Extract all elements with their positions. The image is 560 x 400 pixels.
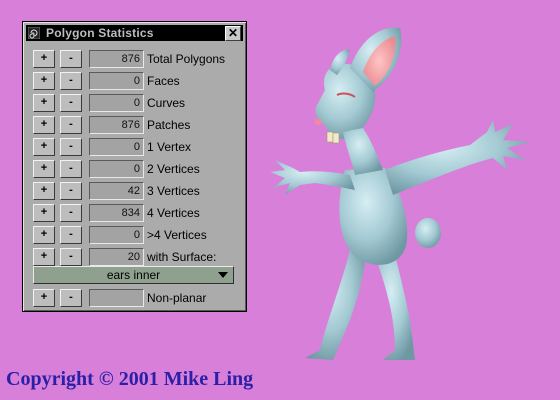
statistic-value: 834 (89, 204, 144, 222)
statistic-row: + -0 >4 Vertices (33, 226, 243, 244)
statistic-value: 20 (89, 248, 144, 266)
statistic-row: + -0 2 Vertices (33, 160, 243, 178)
statistic-value: 876 (89, 50, 144, 68)
statistic-value: 0 (89, 94, 144, 112)
statistic-row: + -42 3 Vertices (33, 182, 243, 200)
decrement-button[interactable]: - (60, 72, 82, 90)
increment-button[interactable]: + (33, 204, 55, 222)
nonplanar-row: + - Non-planar (33, 289, 243, 307)
decrement-button[interactable]: - (60, 50, 82, 68)
increment-button[interactable]: + (33, 50, 55, 68)
statistic-value: 0 (89, 226, 144, 244)
statistic-label: Total Polygons (147, 52, 226, 66)
chevron-down-icon (218, 272, 228, 278)
increment-button[interactable]: + (33, 182, 55, 200)
decrement-button[interactable]: - (60, 248, 82, 266)
statistic-row: + -834 4 Vertices (33, 204, 243, 222)
statistic-label: 1 Vertex (147, 140, 192, 154)
statistic-row: + -0 1 Vertex (33, 138, 243, 156)
statistic-value: 0 (89, 160, 144, 178)
window-titlebar[interactable]: Polygon Statistics ✕ (26, 25, 243, 41)
increment-button[interactable]: + (33, 160, 55, 178)
statistic-row: + -876 Total Polygons (33, 50, 243, 68)
statistic-row: + -876 Patches (33, 116, 243, 134)
statistic-row: + -0 Curves (33, 94, 243, 112)
statistic-row: + -20 with Surface: (33, 248, 243, 266)
swirl-icon (28, 27, 40, 39)
statistic-label: Patches (147, 118, 191, 132)
statistic-value: 876 (89, 116, 144, 134)
nonplanar-increment-button[interactable]: + (33, 289, 55, 307)
decrement-button[interactable]: - (60, 116, 82, 134)
nonplanar-value (89, 289, 144, 307)
statistic-label: Faces (147, 74, 180, 88)
statistic-label: with Surface: (147, 250, 217, 264)
statistic-label: 2 Vertices (147, 162, 200, 176)
window-title: Polygon Statistics (46, 26, 154, 40)
nonplanar-label: Non-planar (147, 291, 207, 305)
increment-button[interactable]: + (33, 72, 55, 90)
decrement-button[interactable]: - (60, 182, 82, 200)
surface-dropdown[interactable]: ears inner (33, 266, 234, 284)
statistic-value: 0 (89, 138, 144, 156)
polygon-statistics-window: Polygon Statistics ✕ + -876 Total Polygons… (22, 21, 247, 312)
statistic-value: 0 (89, 72, 144, 90)
decrement-button[interactable]: - (60, 204, 82, 222)
increment-button[interactable]: + (33, 248, 55, 266)
increment-button[interactable]: + (33, 138, 55, 156)
decrement-button[interactable]: - (60, 138, 82, 156)
copyright-text: Copyright © 2001 Mike Ling (6, 368, 254, 390)
statistic-value: 42 (89, 182, 144, 200)
statistic-label: 4 Vertices (147, 206, 200, 220)
statistic-label: >4 Vertices (147, 228, 207, 242)
decrement-button[interactable]: - (60, 94, 82, 112)
statistic-label: 3 Vertices (147, 184, 200, 198)
increment-button[interactable]: + (33, 226, 55, 244)
decrement-button[interactable]: - (60, 160, 82, 178)
statistic-row: + -0 Faces (33, 72, 243, 90)
statistic-label: Curves (147, 96, 186, 110)
close-icon: ✕ (227, 26, 239, 40)
decrement-button[interactable]: - (60, 226, 82, 244)
surface-dropdown-value: ears inner (106, 268, 161, 282)
rabbit-model-image (270, 27, 530, 360)
close-button[interactable]: ✕ (225, 26, 241, 41)
nonplanar-decrement-button[interactable]: - (60, 289, 82, 307)
increment-button[interactable]: + (33, 116, 55, 134)
increment-button[interactable]: + (33, 94, 55, 112)
